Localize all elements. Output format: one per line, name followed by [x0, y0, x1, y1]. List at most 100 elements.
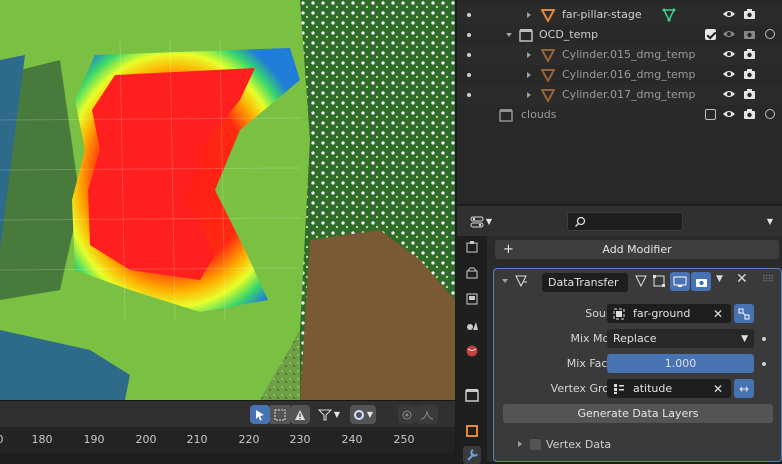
- render-camera-icon[interactable]: [691, 272, 711, 291]
- frame-tick: 250: [393, 433, 415, 446]
- vertex-data-checkbox[interactable]: [530, 439, 541, 453]
- arrows-left-right-icon: ↔: [738, 381, 750, 396]
- tab-object[interactable]: [463, 422, 481, 440]
- options-dropdown[interactable]: ▼: [761, 212, 779, 231]
- outliner-row[interactable]: Cylinder.016_dmg_temp: [457, 65, 782, 85]
- 3d-viewport[interactable]: [0, 0, 455, 400]
- mix-factor-slider[interactable]: 1.000: [607, 354, 754, 373]
- tab-world[interactable]: [463, 342, 481, 360]
- tab-collection[interactable]: [463, 386, 481, 404]
- add-modifier-button[interactable]: + Add Modifier: [495, 240, 779, 259]
- tool-icon: [466, 241, 478, 253]
- viewport-scene: [0, 0, 455, 400]
- chevron-down-icon: ▼: [741, 333, 748, 344]
- outliner-label[interactable]: far-pillar-stage: [562, 8, 642, 21]
- vertex-group-value: atitude: [633, 382, 673, 395]
- modifier-name-field[interactable]: DataTransfer: [542, 273, 628, 292]
- tab-modifiers[interactable]: [463, 446, 481, 464]
- eye-icon[interactable]: [722, 88, 736, 103]
- viewport-display-icon[interactable]: [670, 272, 690, 291]
- outliner-row[interactable]: clouds: [457, 105, 782, 125]
- tab-render[interactable]: [463, 264, 481, 282]
- editor-type-dropdown[interactable]: ▼: [465, 212, 497, 231]
- falloff-curve-icon[interactable]: [416, 405, 438, 424]
- frame-tick: 220: [238, 433, 260, 446]
- outliner-label[interactable]: Cylinder.017_dmg_temp: [562, 88, 696, 101]
- keyframe-dot[interactable]: [762, 362, 766, 366]
- row-dot: [467, 13, 471, 17]
- row-dot: [467, 73, 471, 77]
- generate-data-layers-button[interactable]: Generate Data Layers: [503, 404, 773, 423]
- filter-dropdown[interactable]: ▼: [314, 405, 344, 424]
- outliner-label[interactable]: Cylinder.015_dmg_temp: [562, 48, 696, 61]
- expand-icon[interactable]: [527, 12, 531, 18]
- outliner-row[interactable]: far-pillar-stage: [457, 5, 782, 25]
- vertex-group-field[interactable]: atitude ✕: [607, 379, 731, 398]
- proportional-editing-icon[interactable]: [398, 405, 416, 424]
- outliner-label[interactable]: OCD_temp: [539, 28, 598, 41]
- select-tool-icon[interactable]: [250, 405, 270, 424]
- clear-icon[interactable]: ✕: [713, 307, 723, 321]
- outliner-row[interactable]: Cylinder.015_dmg_temp: [457, 45, 782, 65]
- invert-toggle[interactable]: ↔: [734, 379, 754, 398]
- mix-mode-value: Replace: [613, 332, 657, 345]
- close-icon[interactable]: ✕: [736, 271, 748, 287]
- source-value: far-ground: [633, 307, 691, 320]
- expand-icon[interactable]: [527, 52, 531, 58]
- expand-icon[interactable]: [527, 92, 531, 98]
- cage-icon[interactable]: [652, 274, 666, 291]
- source-field[interactable]: far-ground ✕: [607, 304, 731, 323]
- collection-icon: [519, 29, 533, 42]
- modifier-panel[interactable]: DataTransfer ▼ ✕ ⠿⠿ Source far-ground ✕ …: [493, 268, 782, 462]
- camera-icon[interactable]: [743, 8, 756, 23]
- keyframe-dot[interactable]: [762, 337, 766, 341]
- unchecked-icon: [530, 439, 541, 450]
- mix-mode-dropdown[interactable]: Replace ▼: [607, 329, 754, 348]
- eye-icon[interactable]: [722, 48, 736, 63]
- outliner-label[interactable]: Cylinder.016_dmg_temp: [562, 68, 696, 81]
- clear-icon[interactable]: ✕: [713, 382, 723, 396]
- object-transform-toggle[interactable]: [734, 304, 754, 323]
- outliner-row[interactable]: Cylinder.017_dmg_temp: [457, 85, 782, 105]
- collapse-icon[interactable]: [506, 33, 512, 37]
- tab-scene[interactable]: [463, 316, 481, 334]
- expand-icon[interactable]: [518, 441, 522, 447]
- row-dot: [467, 33, 471, 37]
- expand-icon[interactable]: [527, 72, 531, 78]
- search-input[interactable]: [567, 212, 683, 231]
- camera-icon[interactable]: [743, 68, 756, 83]
- collapse-icon[interactable]: [502, 279, 508, 283]
- object-square-icon: [466, 425, 478, 437]
- timeline-header: ▼ ▼: [0, 401, 455, 427]
- frame-tick: 180: [31, 433, 53, 446]
- tab-output[interactable]: [463, 290, 481, 308]
- timeline[interactable]: ▼ ▼ 0 180 190 200 210 220 230 240 250: [0, 400, 455, 463]
- frame-tick: 230: [289, 433, 311, 446]
- object-icon: [541, 9, 555, 22]
- tab-tool[interactable]: [463, 238, 481, 256]
- camera-icon[interactable]: [743, 48, 756, 63]
- edit-mode-icon[interactable]: [634, 274, 648, 291]
- outliner-row[interactable]: OCD_temp: [457, 25, 782, 45]
- box-select-icon[interactable]: [270, 405, 290, 424]
- circle-icon[interactable]: [764, 28, 776, 43]
- outliner[interactable]: far-pillar-stage OCD_temp Cylinder.015_d…: [457, 0, 782, 204]
- circle-icon[interactable]: [764, 108, 776, 123]
- eye-icon[interactable]: [722, 28, 736, 43]
- eye-icon[interactable]: [722, 68, 736, 83]
- drag-handle-icon[interactable]: ⠿⠿: [762, 275, 774, 285]
- camera-icon[interactable]: [743, 88, 756, 103]
- warning-icon[interactable]: [290, 405, 310, 424]
- chevron-down-icon[interactable]: ▼: [716, 274, 723, 284]
- properties-editor[interactable]: ▼ ▼ + Add Modifier DataTransfer ▼ ✕ ⠿⠿ S…: [457, 206, 782, 464]
- camera-icon[interactable]: [743, 28, 756, 43]
- checked-icon: [705, 29, 716, 40]
- eye-icon[interactable]: [722, 108, 736, 123]
- timeline-ruler[interactable]: 0 180 190 200 210 220 230 240 250: [0, 427, 455, 453]
- collection-checkbox[interactable]: [705, 29, 716, 43]
- camera-icon[interactable]: [743, 108, 756, 123]
- eye-icon[interactable]: [722, 8, 736, 23]
- outliner-label[interactable]: clouds: [521, 108, 557, 121]
- snap-dropdown[interactable]: ▼: [350, 405, 376, 424]
- collection-checkbox[interactable]: [705, 109, 716, 123]
